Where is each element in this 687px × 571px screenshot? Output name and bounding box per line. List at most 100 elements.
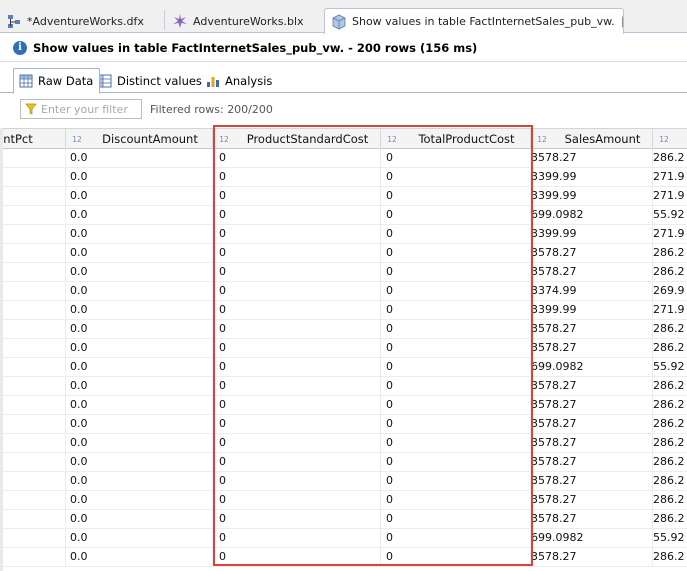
col-discount-amount-cell[interactable]: 0.0 xyxy=(66,263,213,281)
col-discount-amount-cell[interactable]: 0.0 xyxy=(66,453,213,471)
col-total-product-cost-cell[interactable]: 0 xyxy=(381,263,531,281)
col-total-product-cost-cell[interactable]: 0 xyxy=(381,225,531,243)
col-discount-amount-cell[interactable]: 0.0 xyxy=(66,434,213,452)
col-discount-amount-cell[interactable]: 0.0 xyxy=(66,377,213,395)
col-total-product-cost-cell[interactable]: 0 xyxy=(381,453,531,471)
col-discount-amount-cell[interactable]: 0.0 xyxy=(66,320,213,338)
col-sales-amount-cell[interactable]: 699.0982 xyxy=(531,358,653,376)
col-sales-amount-cell[interactable]: 3578.27 xyxy=(531,244,653,262)
table-row[interactable]: 0.0 0 0 699.0982 55.92 xyxy=(0,529,687,548)
col-tax-amount-cell[interactable]: 55.92 xyxy=(653,529,687,547)
col-discount-amount-cell[interactable]: 0.0 xyxy=(66,187,213,205)
col-discount-amount-cell[interactable]: 0.0 xyxy=(66,168,213,186)
col-discount-amount-cell[interactable]: 0.0 xyxy=(66,149,213,167)
col-product-standard-cost-cell[interactable]: 0 xyxy=(213,187,381,205)
table-row[interactable]: 0.0 0 0 3578.27 286.2 xyxy=(0,396,687,415)
col-discount-pct-cell[interactable] xyxy=(0,529,66,547)
col-tax-amount-cell[interactable]: 271.9 xyxy=(653,301,687,319)
table-row[interactable]: 0.0 0 0 3578.27 286.2 xyxy=(0,244,687,263)
col-discount-pct-cell[interactable] xyxy=(0,358,66,376)
col-discount-pct-cell[interactable] xyxy=(0,320,66,338)
col-tax-amount-cell[interactable]: 286.2 xyxy=(653,491,687,509)
filter-input[interactable] xyxy=(41,102,137,116)
col-discount-amount-cell[interactable]: 0.0 xyxy=(66,510,213,528)
col-total-product-cost-cell[interactable]: 0 xyxy=(381,320,531,338)
col-sales-amount-cell[interactable]: 699.0982 xyxy=(531,206,653,224)
col-discount-pct-cell[interactable] xyxy=(0,168,66,186)
col-total-product-cost-cell[interactable]: 0 xyxy=(381,149,531,167)
col-discount-pct-cell[interactable] xyxy=(0,225,66,243)
col-product-standard-cost-cell[interactable]: 0 xyxy=(213,244,381,262)
col-product-standard-cost-cell[interactable]: 0 xyxy=(213,225,381,243)
col-total-product-cost-cell[interactable]: 0 xyxy=(381,415,531,433)
col-product-standard-cost-cell[interactable]: 0 xyxy=(213,491,381,509)
table-row[interactable]: 0.0 0 0 3578.27 286.2 xyxy=(0,510,687,529)
col-discount-pct-cell[interactable] xyxy=(0,282,66,300)
editor-tab-dfx[interactable]: *AdventureWorks.dfx xyxy=(0,9,162,33)
col-sales-amount-cell[interactable]: 3578.27 xyxy=(531,263,653,281)
col-discount-amount-cell[interactable]: 0.0 xyxy=(66,529,213,547)
col-tax-amount-cell[interactable]: 271.9 xyxy=(653,168,687,186)
col-product-standard-cost-cell[interactable]: 0 xyxy=(213,301,381,319)
col-sales-amount-cell[interactable]: 3399.99 xyxy=(531,301,653,319)
col-product-standard-cost-cell[interactable]: 0 xyxy=(213,453,381,471)
col-sales-amount-cell[interactable]: 3578.27 xyxy=(531,472,653,490)
col-sales-amount-cell[interactable]: 3578.27 xyxy=(531,548,653,566)
col-sales-amount-cell[interactable]: 3578.27 xyxy=(531,339,653,357)
col-total-product-cost-cell[interactable]: 0 xyxy=(381,339,531,357)
col-discount-pct-cell[interactable] xyxy=(0,301,66,319)
col-discount-amount-cell[interactable]: 0.0 xyxy=(66,282,213,300)
col-discount-pct-cell[interactable] xyxy=(0,377,66,395)
col-tax-amount-cell[interactable]: 286.2 xyxy=(653,377,687,395)
col-discount-pct-cell[interactable] xyxy=(0,149,66,167)
table-row[interactable]: 0.0 0 0 3578.27 286.2 xyxy=(0,263,687,282)
col-tax-amount-cell[interactable]: 271.9 xyxy=(653,225,687,243)
col-product-standard-cost-cell[interactable]: 0 xyxy=(213,472,381,490)
col-product-standard-cost-cell[interactable]: 0 xyxy=(213,149,381,167)
col-discount-pct-cell[interactable] xyxy=(0,472,66,490)
table-row[interactable]: 0.0 0 0 3399.99 271.9 xyxy=(0,225,687,244)
col-sales-amount-header[interactable]: 12 SalesAmount xyxy=(531,129,653,149)
col-tax-amount-cell[interactable]: 286.2 xyxy=(653,263,687,281)
col-discount-amount-cell[interactable]: 0.0 xyxy=(66,339,213,357)
col-total-product-cost-cell[interactable]: 0 xyxy=(381,282,531,300)
col-discount-pct-cell[interactable] xyxy=(0,510,66,528)
tab-distinct-values[interactable]: Distinct values xyxy=(93,68,208,93)
tab-analysis[interactable]: Analysis xyxy=(201,68,278,93)
col-discount-pct-cell[interactable] xyxy=(0,244,66,262)
col-discount-amount-cell[interactable]: 0.0 xyxy=(66,225,213,243)
col-sales-amount-cell[interactable]: 699.0982 xyxy=(531,529,653,547)
col-total-product-cost-cell[interactable]: 0 xyxy=(381,187,531,205)
col-discount-pct-cell[interactable] xyxy=(0,415,66,433)
data-grid[interactable]: ıntPct 12 DiscountAmount 12 ProductStandardC… xyxy=(0,128,687,571)
col-total-product-cost-cell[interactable]: 0 xyxy=(381,434,531,452)
col-discount-amount-cell[interactable]: 0.0 xyxy=(66,415,213,433)
editor-tab-blx[interactable]: AdventureWorks.blx xyxy=(166,9,322,33)
col-discount-pct-cell[interactable] xyxy=(0,434,66,452)
col-discount-pct-cell[interactable] xyxy=(0,491,66,509)
col-sales-amount-cell[interactable]: 3578.27 xyxy=(531,377,653,395)
col-product-standard-cost-header[interactable]: 12 ProductStandardCost xyxy=(213,129,381,149)
tab-raw-data[interactable]: Raw Data xyxy=(13,68,101,94)
col-product-standard-cost-cell[interactable]: 0 xyxy=(213,548,381,566)
col-product-standard-cost-cell[interactable]: 0 xyxy=(213,282,381,300)
col-sales-amount-cell[interactable]: 3399.99 xyxy=(531,225,653,243)
col-product-standard-cost-cell[interactable]: 0 xyxy=(213,263,381,281)
col-total-product-cost-cell[interactable]: 0 xyxy=(381,377,531,395)
table-row[interactable]: 0.0 0 0 3399.99 271.9 xyxy=(0,187,687,206)
col-tax-amount-cell[interactable]: 286.2 xyxy=(653,244,687,262)
col-discount-pct-cell[interactable] xyxy=(0,453,66,471)
col-sales-amount-cell[interactable]: 3578.27 xyxy=(531,453,653,471)
col-sales-amount-cell[interactable]: 3399.99 xyxy=(531,168,653,186)
table-row[interactable]: 0.0 0 0 699.0982 55.92 xyxy=(0,358,687,377)
col-sales-amount-cell[interactable]: 3399.99 xyxy=(531,187,653,205)
col-discount-pct-header[interactable]: ıntPct xyxy=(0,129,66,149)
col-tax-amount-cell[interactable]: 286.2 xyxy=(653,434,687,452)
col-tax-amount-cell[interactable]: 286.2 xyxy=(653,149,687,167)
col-product-standard-cost-cell[interactable]: 0 xyxy=(213,168,381,186)
col-discount-amount-cell[interactable]: 0.0 xyxy=(66,472,213,490)
col-discount-amount-header[interactable]: 12 DiscountAmount xyxy=(66,129,213,149)
table-row[interactable]: 0.0 0 0 3578.27 286.2 xyxy=(0,377,687,396)
col-total-product-cost-cell[interactable]: 0 xyxy=(381,548,531,566)
col-product-standard-cost-cell[interactable]: 0 xyxy=(213,434,381,452)
